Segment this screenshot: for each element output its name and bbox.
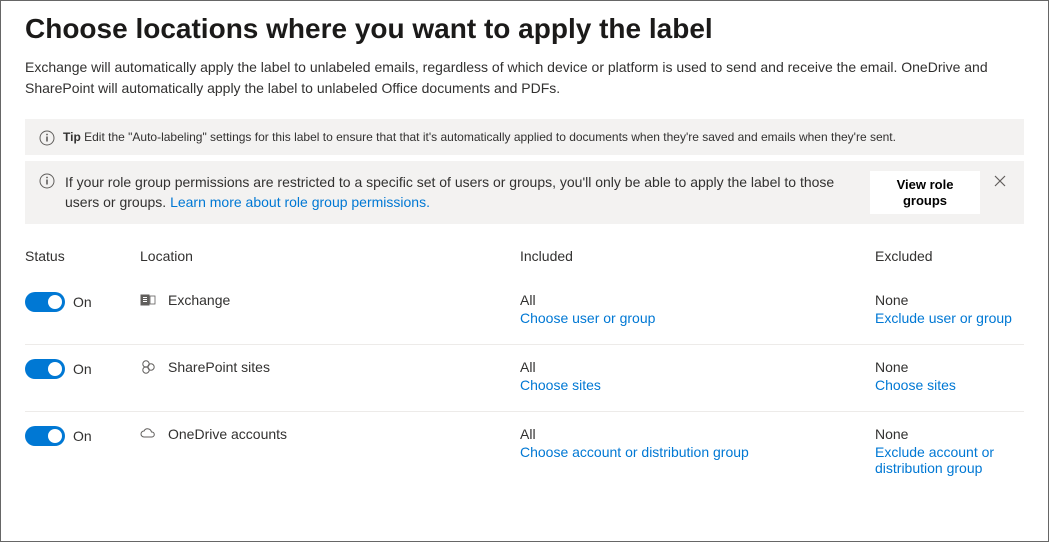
page-description: Exchange will automatically apply the la…: [25, 57, 1024, 99]
header-location: Location: [140, 248, 520, 264]
learn-more-link[interactable]: Learn more about role group permissions.: [170, 194, 430, 210]
status-label: On: [73, 294, 92, 310]
view-role-groups-button[interactable]: View rolegroups: [870, 171, 980, 214]
location-label: OneDrive accounts: [168, 426, 287, 442]
header-status: Status: [25, 248, 140, 264]
choose-included-link[interactable]: Choose user or group: [520, 310, 875, 326]
page-title: Choose locations where you want to apply…: [25, 13, 1024, 45]
choose-excluded-link[interactable]: Exclude account or distribution group: [875, 444, 1024, 476]
close-icon[interactable]: [990, 171, 1010, 191]
choose-included-link[interactable]: Choose sites: [520, 377, 875, 393]
role-infobar: If your role group permissions are restr…: [25, 161, 1024, 224]
included-value: All: [520, 426, 875, 442]
status-label: On: [73, 361, 92, 377]
included-value: All: [520, 292, 875, 308]
sharepoint-icon: [140, 359, 156, 375]
exchange-icon: [140, 292, 156, 308]
excluded-value: None: [875, 426, 1024, 442]
excluded-value: None: [875, 359, 1024, 375]
header-included: Included: [520, 248, 875, 264]
status-toggle[interactable]: [25, 292, 65, 312]
table-header-row: Status Location Included Excluded: [25, 242, 1024, 278]
info-icon: [39, 173, 55, 189]
header-excluded: Excluded: [875, 248, 1024, 264]
table-row: On Exchange All Choose user or group Non…: [25, 278, 1024, 345]
choose-excluded-link[interactable]: Choose sites: [875, 377, 1024, 393]
location-label: SharePoint sites: [168, 359, 270, 375]
location-label: Exchange: [168, 292, 230, 308]
role-infobar-message: If your role group permissions are restr…: [65, 171, 860, 212]
tip-infobar: Tip Edit the "Auto-labeling" settings fo…: [25, 119, 1024, 155]
tip-text: Tip Edit the "Auto-labeling" settings fo…: [63, 130, 896, 144]
status-toggle[interactable]: [25, 426, 65, 446]
table-row: On SharePoint sites All Choose sites Non…: [25, 345, 1024, 412]
excluded-value: None: [875, 292, 1024, 308]
choose-included-link[interactable]: Choose account or distribution group: [520, 444, 875, 460]
locations-table: Status Location Included Excluded On Exc…: [25, 242, 1024, 494]
included-value: All: [520, 359, 875, 375]
onedrive-icon: [140, 426, 156, 442]
table-row: On OneDrive accounts All Choose account …: [25, 412, 1024, 494]
info-icon: [39, 130, 55, 146]
choose-excluded-link[interactable]: Exclude user or group: [875, 310, 1024, 326]
status-label: On: [73, 428, 92, 444]
status-toggle[interactable]: [25, 359, 65, 379]
